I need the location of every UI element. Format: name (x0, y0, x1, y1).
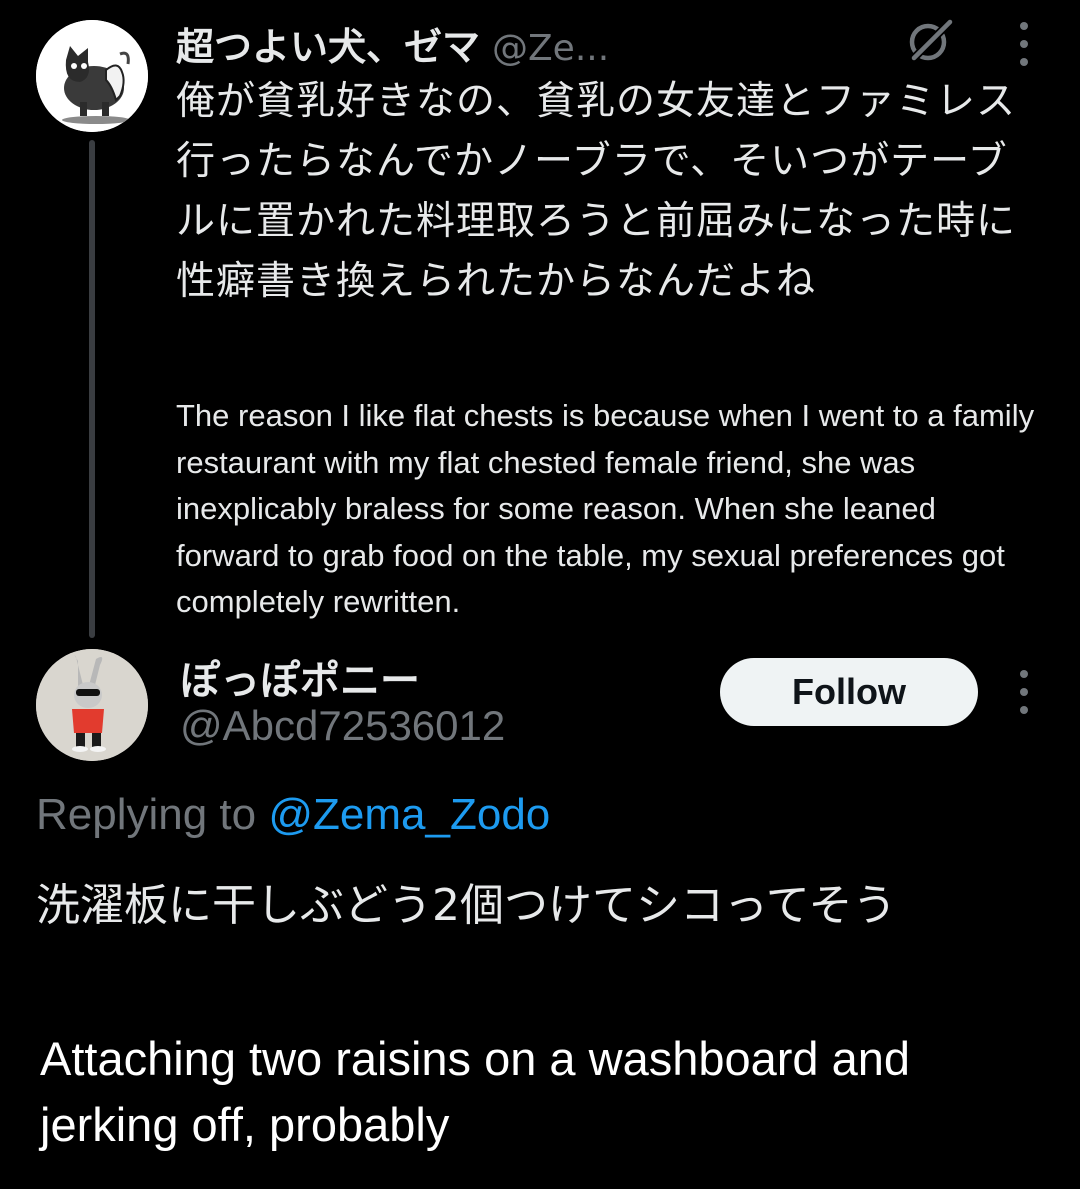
reply-display-name[interactable]: ぽっぽポニー (180, 648, 420, 706)
replying-to-prefix: Replying to (36, 790, 269, 839)
parent-tweet-text-jp: 俺が貧乳好きなの、貧乳の女友達とファミレス行ったらなんでかノーブラで、そいつがテ… (176, 79, 1017, 304)
reply-more-options-icon[interactable] (1018, 670, 1030, 714)
parent-tweet-header: 超つよい犬、ゼマ @Ze... (176, 16, 609, 71)
reply-tweet-translation: Attaching two raisins on a washboard and… (40, 1032, 911, 1151)
follow-button[interactable]: Follow (720, 658, 978, 726)
grok-icon[interactable] (904, 14, 956, 66)
parent-more-options-icon[interactable] (1018, 22, 1030, 66)
parent-tweet-translation: The reason I like flat chests is because… (176, 398, 1035, 619)
cat-avatar-icon (36, 20, 148, 132)
replying-to-line: Replying to @Zema_Zodo (36, 790, 550, 840)
parent-display-name[interactable]: 超つよい犬、ゼマ (176, 16, 480, 71)
parent-handle[interactable]: @Ze... (492, 28, 609, 69)
rabbit-avatar-icon (36, 649, 148, 761)
parent-avatar[interactable] (36, 20, 148, 132)
reply-handle[interactable]: @Abcd72536012 (180, 702, 505, 750)
reply-tweet-text-jp: 洗濯板に干しぶどう2個つけてシコってそう (36, 880, 897, 931)
reply-avatar[interactable] (36, 649, 148, 761)
replying-to-mention-link[interactable]: @Zema_Zodo (268, 790, 550, 839)
thread-connector-line (89, 140, 95, 638)
